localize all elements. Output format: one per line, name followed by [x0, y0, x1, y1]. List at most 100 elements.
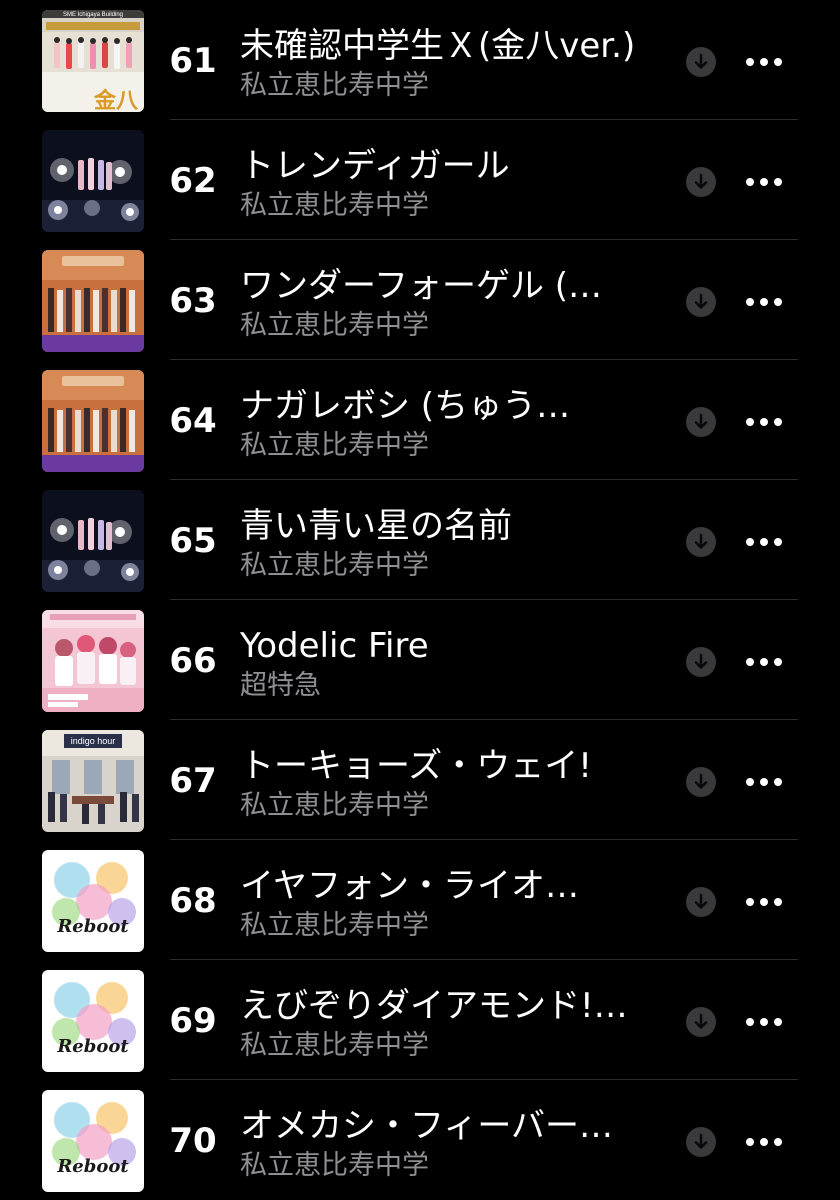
ellipsis-icon	[746, 58, 782, 66]
track-artist: 私立恵比寿中学	[240, 550, 429, 581]
album-artwork[interactable]	[42, 130, 144, 232]
track-number: 70	[169, 1121, 217, 1161]
ellipsis-icon	[746, 658, 782, 666]
download-button[interactable]	[686, 47, 716, 77]
svg-text:Reboot: Reboot	[56, 916, 129, 937]
more-options-button[interactable]	[744, 1012, 784, 1032]
album-artwork-reboot: Reboot	[42, 970, 144, 1072]
download-button[interactable]	[686, 1127, 716, 1157]
download-arrow-icon	[686, 1007, 716, 1037]
more-options-button[interactable]	[744, 532, 784, 552]
ellipsis-icon	[746, 898, 782, 906]
track-artist: 私立恵比寿中学	[240, 1150, 429, 1181]
album-artwork-stage-group	[42, 250, 144, 352]
more-options-button[interactable]	[744, 52, 784, 72]
track-row[interactable]: SME Ichigaya Building 金八 61 未確認中学生Ｘ(金八ve…	[0, 0, 840, 120]
more-options-button[interactable]	[744, 172, 784, 192]
track-title: トレンディガール	[240, 146, 510, 186]
track-title: ナガレボシ (ちゅう…	[240, 386, 571, 426]
album-artwork[interactable]	[42, 610, 144, 712]
track-title: イヤフォン・ライオ…	[240, 866, 579, 906]
album-artwork[interactable]: Reboot	[42, 970, 144, 1072]
svg-text:金八: 金八	[93, 88, 139, 112]
album-artwork[interactable]: Reboot	[42, 1090, 144, 1192]
track-number: 62	[169, 161, 217, 201]
track-number: 67	[169, 761, 217, 801]
track-artist: 私立恵比寿中学	[240, 910, 429, 941]
album-artwork[interactable]	[42, 370, 144, 472]
album-artwork[interactable]: SME Ichigaya Building 金八	[42, 10, 144, 112]
album-artwork-reboot: Reboot	[42, 850, 144, 952]
track-artist: 私立恵比寿中学	[240, 310, 429, 341]
track-title: 未確認中学生Ｘ(金八ver.)	[240, 26, 636, 66]
track-row[interactable]: indigo hour 67 トーキョーズ・ウェイ! 私立恵比寿中学	[0, 720, 840, 840]
album-artwork[interactable]: indigo hour	[42, 730, 144, 832]
track-number: 64	[169, 401, 217, 441]
ellipsis-icon	[746, 178, 782, 186]
album-artwork-kinpachi: SME Ichigaya Building 金八	[42, 10, 144, 112]
track-row[interactable]: 64 ナガレボシ (ちゅう… 私立恵比寿中学	[0, 360, 840, 480]
download-arrow-icon	[686, 647, 716, 677]
more-options-button[interactable]	[744, 1132, 784, 1152]
track-row[interactable]: 65 青い青い星の名前 私立恵比寿中学	[0, 480, 840, 600]
album-artwork[interactable]	[42, 250, 144, 352]
download-arrow-icon	[686, 1127, 716, 1157]
album-artwork-night-lights	[42, 490, 144, 592]
download-button[interactable]	[686, 527, 716, 557]
more-options-button[interactable]	[744, 412, 784, 432]
svg-text:SME Ichigaya Building: SME Ichigaya Building	[63, 12, 123, 18]
ellipsis-icon	[746, 778, 782, 786]
download-arrow-icon	[686, 407, 716, 437]
track-artist: 私立恵比寿中学	[240, 70, 429, 101]
track-artist: 超特急	[240, 670, 321, 701]
track-artist: 私立恵比寿中学	[240, 430, 429, 461]
album-artwork[interactable]	[42, 490, 144, 592]
ellipsis-icon	[746, 1138, 782, 1146]
track-artist: 私立恵比寿中学	[240, 790, 429, 821]
svg-text:Reboot: Reboot	[56, 1036, 129, 1057]
download-button[interactable]	[686, 1007, 716, 1037]
track-list: SME Ichigaya Building 金八 61 未確認中学生Ｘ(金八ve…	[0, 0, 840, 1200]
track-artist: 私立恵比寿中学	[240, 1030, 429, 1061]
album-artwork-pink-group	[42, 610, 144, 712]
download-button[interactable]	[686, 887, 716, 917]
track-row[interactable]: 62 トレンディガール 私立恵比寿中学	[0, 120, 840, 240]
track-number: 65	[169, 521, 217, 561]
more-options-button[interactable]	[744, 772, 784, 792]
more-options-button[interactable]	[744, 652, 784, 672]
track-title: 青い青い星の名前	[240, 506, 512, 546]
track-title: ワンダーフォーゲル (…	[240, 266, 603, 306]
download-button[interactable]	[686, 287, 716, 317]
download-button[interactable]	[686, 647, 716, 677]
track-title: オメカシ・フィーバー…	[240, 1106, 613, 1146]
more-options-button[interactable]	[744, 292, 784, 312]
download-button[interactable]	[686, 767, 716, 797]
ellipsis-icon	[746, 298, 782, 306]
track-artist: 私立恵比寿中学	[240, 190, 429, 221]
download-button[interactable]	[686, 407, 716, 437]
download-arrow-icon	[686, 887, 716, 917]
download-arrow-icon	[686, 527, 716, 557]
track-number: 63	[169, 281, 217, 321]
track-title: えびぞりダイアモンド!…	[240, 986, 628, 1026]
album-artwork[interactable]: Reboot	[42, 850, 144, 952]
track-row[interactable]: Reboot 68 イヤフォン・ライオ… 私立恵比寿中学	[0, 840, 840, 960]
download-button[interactable]	[686, 167, 716, 197]
track-number: 61	[169, 41, 217, 81]
track-number: 69	[169, 1001, 217, 1041]
svg-text:Reboot: Reboot	[56, 1156, 129, 1177]
album-artwork-reboot: Reboot	[42, 1090, 144, 1192]
track-row[interactable]: 63 ワンダーフォーゲル (… 私立恵比寿中学	[0, 240, 840, 360]
more-options-button[interactable]	[744, 892, 784, 912]
track-number: 68	[169, 881, 217, 921]
track-row[interactable]: 66 Yodelic Fire 超特急	[0, 600, 840, 720]
svg-text:indigo hour: indigo hour	[71, 736, 116, 746]
ellipsis-icon	[746, 1018, 782, 1026]
track-row[interactable]: Reboot 70 オメカシ・フィーバー… 私立恵比寿中学	[0, 1080, 840, 1200]
track-title: トーキョーズ・ウェイ!	[240, 746, 592, 786]
download-arrow-icon	[686, 287, 716, 317]
track-row[interactable]: Reboot 69 えびぞりダイアモンド!… 私立恵比寿中学	[0, 960, 840, 1080]
album-artwork-night-lights	[42, 130, 144, 232]
download-arrow-icon	[686, 167, 716, 197]
download-arrow-icon	[686, 767, 716, 797]
